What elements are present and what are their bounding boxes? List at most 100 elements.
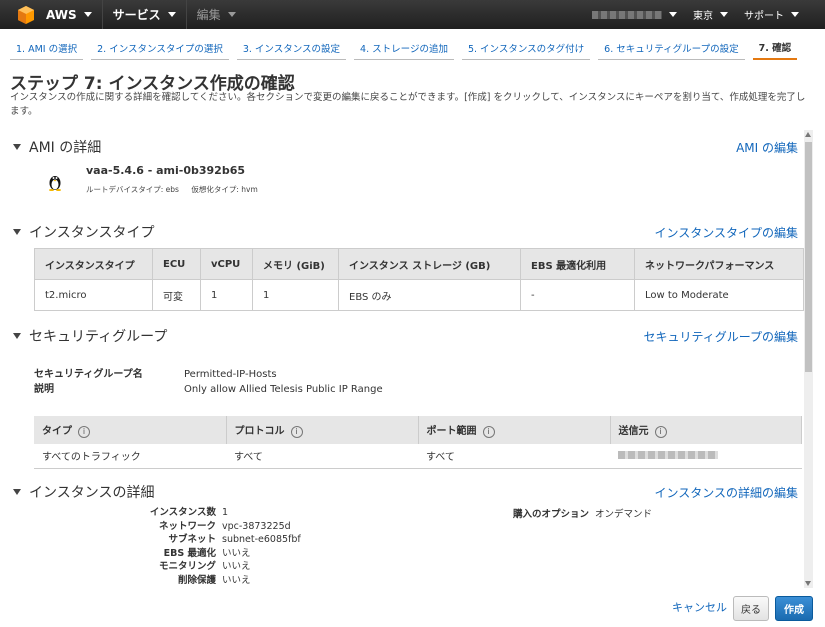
scroll-down-arrow-icon[interactable] xyxy=(805,581,811,586)
aws-menu[interactable]: AWS xyxy=(36,0,103,29)
footer-bar: キャンセル 戻る 作成 xyxy=(0,588,825,627)
col-instance-type: インスタンスタイプ xyxy=(34,248,153,280)
instance-type-table: インスタンスタイプ ECU vCPU メモリ (GiB) インスタンス ストレー… xyxy=(34,248,804,311)
cell-ecu: 可変 xyxy=(152,279,201,311)
security-rules-table: タイプ i プロトコル i ポート範囲 i 送信元 i すべてのトラフィック すべて す… xyxy=(34,416,802,469)
account-menu[interactable] xyxy=(584,10,685,19)
security-group-info: セキュリティグループ名 Permitted-IP-Hosts 説明 Only all… xyxy=(34,367,383,397)
ami-section-toggle[interactable]: AMI の詳細 xyxy=(13,137,101,157)
col-source: 送信元 i xyxy=(610,416,802,444)
aws-cube-logo-icon[interactable] xyxy=(16,5,36,25)
sg-name-value: Permitted-IP-Hosts xyxy=(184,369,277,380)
source-redacted xyxy=(618,451,718,460)
detail-value: いいえ xyxy=(222,547,251,559)
top-nav-bar: AWS サービス 編集 東京 サポート xyxy=(0,0,825,29)
tab-security-group[interactable]: 6. セキュリティグループの設定 xyxy=(598,36,745,60)
info-icon[interactable]: i xyxy=(654,426,667,438)
services-menu[interactable]: サービス xyxy=(103,0,187,29)
region-label: 東京 xyxy=(693,11,713,22)
tab-add-storage[interactable]: 4. ストレージの追加 xyxy=(354,36,454,60)
edit-ami-link[interactable]: AMI の編集 xyxy=(736,139,798,156)
detail-row: モニタリング いいえ xyxy=(130,560,301,574)
cell-ebs-optimized: - xyxy=(520,279,635,311)
tab-review[interactable]: 7. 確認 xyxy=(752,36,798,60)
instance-details-section-header: インスタンスの詳細 インスタンスの詳細の編集 xyxy=(13,482,798,502)
sg-desc-value: Only allow Allied Telesis Public IP Rang… xyxy=(184,384,383,395)
instance-details-section-title: インスタンスの詳細 xyxy=(29,485,155,501)
col-vcpu: vCPU xyxy=(200,248,253,280)
edit-label: 編集 xyxy=(196,8,221,22)
ami-root-device: ルートデバイスタイプ: ebs xyxy=(86,185,179,194)
ami-section-title: AMI の詳細 xyxy=(29,140,102,156)
vertical-scrollbar[interactable] xyxy=(804,130,813,588)
info-icon[interactable]: i xyxy=(78,426,90,438)
detail-row: 削除保護 いいえ xyxy=(130,574,301,588)
nav-right-group: 東京 サポート xyxy=(584,0,807,29)
detail-key: サブネット xyxy=(168,534,216,545)
detail-value: vpc-3873225d xyxy=(222,520,291,532)
collapse-triangle-icon xyxy=(13,333,21,339)
col-protocol: プロトコル i xyxy=(226,416,419,444)
chevron-down-icon xyxy=(227,12,236,17)
col-memory: メモリ (GiB) xyxy=(252,248,339,280)
back-button[interactable]: 戻る xyxy=(733,596,769,621)
cancel-button[interactable]: キャンセル xyxy=(672,599,727,615)
cell-port-range: すべて xyxy=(418,444,610,469)
instance-details-section-toggle[interactable]: インスタンスの詳細 xyxy=(13,482,154,502)
chevron-down-icon xyxy=(720,12,728,17)
edit-instance-details-link[interactable]: インスタンスの詳細の編集 xyxy=(654,484,798,501)
tab-add-tags[interactable]: 5. インスタンスのタグ付け xyxy=(461,36,591,60)
detail-key: ネットワーク xyxy=(158,520,216,532)
detail-key: 削除保護 xyxy=(177,574,216,586)
table-header-row: インスタンスタイプ ECU vCPU メモリ (GiB) インスタンス ストレー… xyxy=(34,248,804,280)
security-group-section-title: セキュリティグループ xyxy=(29,329,168,345)
col-network-performance: ネットワークパフォーマンス xyxy=(634,248,804,280)
cell-instance-type: t2.micro xyxy=(34,279,153,311)
security-group-section-toggle[interactable]: セキュリティグループ xyxy=(13,326,167,346)
support-menu[interactable]: サポート xyxy=(736,7,807,22)
scroll-thumb[interactable] xyxy=(805,142,812,372)
tab-configure-instance[interactable]: 3. インスタンスの設定 xyxy=(236,36,347,60)
ami-name: vaa-5.4.6 - ami-0b392b65 xyxy=(86,164,246,177)
tab-choose-ami[interactable]: 1. AMI の選択 xyxy=(10,36,84,60)
instance-type-section-toggle[interactable]: インスタンスタイプ xyxy=(13,222,154,242)
detail-key: モニタリング xyxy=(158,561,216,572)
col-port-range: ポート範囲 i xyxy=(418,416,611,444)
services-label: サービス xyxy=(112,8,161,22)
aws-brand-label: AWS xyxy=(46,7,77,22)
instance-details-list: インスタンス数 1 ネットワーク vpc-3873225d サブネット subnet-… xyxy=(130,506,301,587)
detail-key: EBS 最適化 xyxy=(163,547,216,559)
tab-choose-instance-type[interactable]: 2. インスタンスタイプの選択 xyxy=(91,36,229,60)
scroll-up-arrow-icon[interactable] xyxy=(805,132,811,137)
security-group-section-header: セキュリティグループ セキュリティグループの編集 xyxy=(13,326,798,346)
page-description: インスタンスの作成に関する詳細を確認してください。各セクションで変更の編集に戻る… xyxy=(10,92,806,117)
chevron-down-icon xyxy=(669,12,677,17)
detail-row: ネットワーク vpc-3873225d xyxy=(130,520,301,534)
cell-source xyxy=(610,444,802,469)
cell-network-performance: Low to Moderate xyxy=(634,279,804,311)
edit-instance-type-link[interactable]: インスタンスタイプの編集 xyxy=(654,224,798,241)
edit-menu[interactable]: 編集 xyxy=(187,0,246,29)
detail-value: 1 xyxy=(222,507,229,518)
col-protocol-label: プロトコル xyxy=(234,426,285,437)
region-menu[interactable]: 東京 xyxy=(685,7,736,22)
purchase-option-label: 購入のオプション xyxy=(513,509,590,520)
ami-meta: ルートデバイスタイプ: ebs 仮想化タイプ: hvm xyxy=(86,184,268,195)
detail-value: subnet-e6085fbf xyxy=(222,534,301,545)
instance-type-section-title: インスタンスタイプ xyxy=(29,225,155,241)
detail-value: いいえ xyxy=(222,561,251,572)
col-port-range-label: ポート範囲 xyxy=(426,426,477,437)
ami-section-header: AMI の詳細 AMI の編集 xyxy=(13,137,798,157)
purchase-option-value: オンデマンド xyxy=(595,509,653,520)
collapse-triangle-icon xyxy=(13,229,21,235)
col-ebs-optimized: EBS 最適化利用 xyxy=(520,248,635,280)
collapse-triangle-icon xyxy=(13,489,21,495)
table-row: t2.micro 可変 1 1 EBS のみ - Low to Moderate xyxy=(34,279,804,311)
detail-row: サブネット subnet-e6085fbf xyxy=(130,533,301,547)
cell-memory: 1 xyxy=(252,279,339,311)
edit-security-group-link[interactable]: セキュリティグループの編集 xyxy=(643,328,798,345)
create-button[interactable]: 作成 xyxy=(775,596,813,621)
chevron-down-icon xyxy=(791,12,799,17)
info-icon[interactable]: i xyxy=(482,426,495,438)
info-icon[interactable]: i xyxy=(290,426,303,438)
